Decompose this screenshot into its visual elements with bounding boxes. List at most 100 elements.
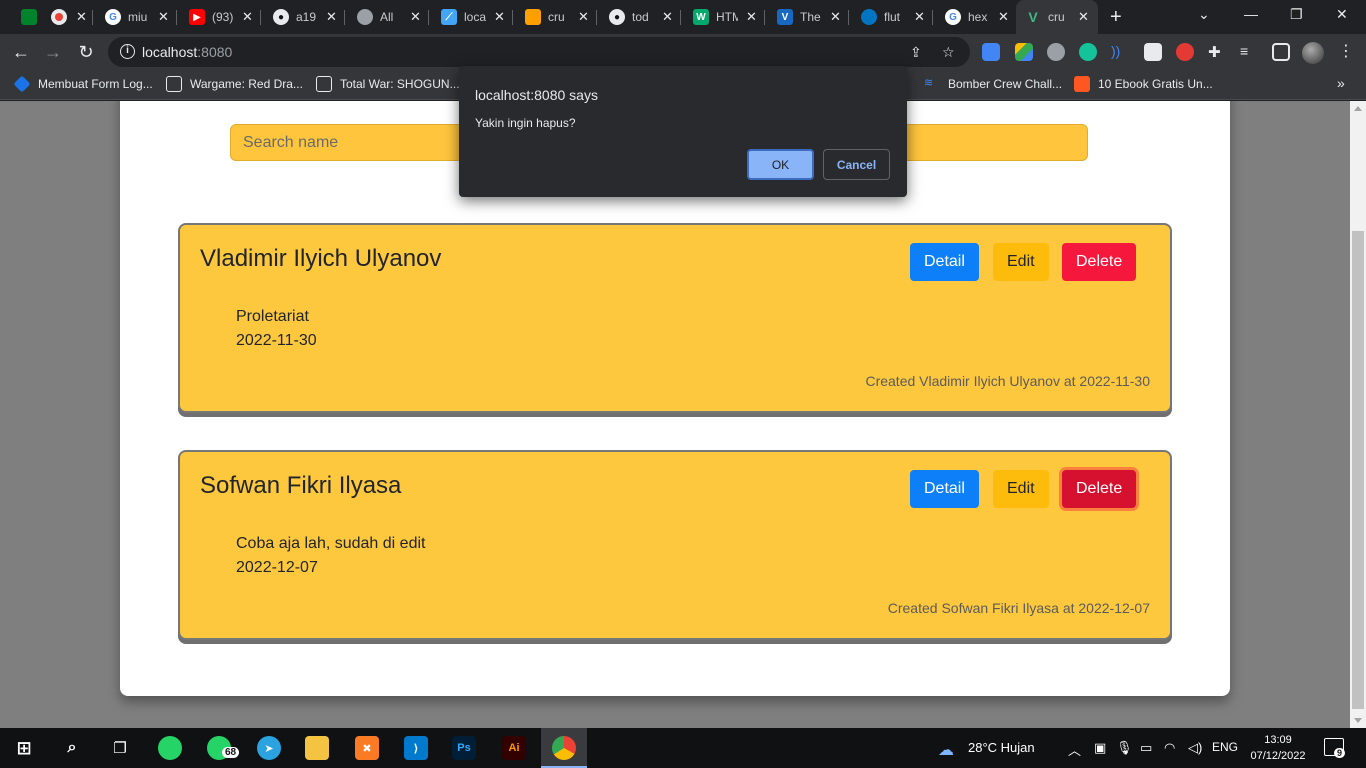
car-extension-icon[interactable] [1144, 43, 1162, 61]
bookmark-item[interactable]: Membuat Form Log... [13, 75, 153, 93]
tab-recording[interactable]: ✕ [42, 0, 87, 34]
delete-button[interactable]: Delete [1062, 243, 1137, 281]
battery-icon[interactable]: ▭ [1140, 740, 1152, 756]
task-view-icon[interactable]: ❐ [108, 736, 132, 760]
restore-icon[interactable]: ❐ [1290, 6, 1303, 23]
language-indicator[interactable]: ENG [1212, 740, 1238, 754]
close-icon[interactable]: ✕ [578, 9, 589, 25]
tab-google-miu[interactable]: G miu ✕ [96, 0, 169, 34]
menu-kebab-icon[interactable]: ⋮ [1338, 41, 1354, 61]
google-drive-icon[interactable] [1015, 43, 1033, 61]
tab-firebase-crud[interactable]: cru ✕ [516, 0, 589, 34]
tab-flutter-localhost[interactable]: ⟋ loca ✕ [432, 0, 505, 34]
close-icon[interactable]: ✕ [76, 9, 87, 25]
close-window-icon[interactable]: ✕ [1336, 6, 1348, 23]
vscode-icon[interactable]: ⟩ [404, 736, 428, 760]
bookmark-item[interactable]: Total War: SHOGUN... [316, 76, 460, 92]
windows-start-icon[interactable]: ⊞ [12, 736, 36, 760]
file-explorer-icon[interactable] [305, 736, 329, 760]
volume-icon[interactable]: ◁) [1188, 740, 1202, 756]
bookmark-label: 10 Ebook Gratis Un... [1098, 77, 1213, 91]
detail-button[interactable]: Detail [910, 243, 979, 281]
bookmark-star-icon[interactable]: ☆ [942, 44, 955, 61]
close-icon[interactable]: ✕ [494, 9, 505, 25]
close-icon[interactable]: ✕ [662, 9, 673, 25]
detail-button[interactable]: Detail [910, 470, 979, 508]
forward-icon[interactable]: → [42, 41, 64, 63]
tab-search-chevron-icon[interactable]: ⌄ [1198, 6, 1210, 23]
tab-w3-html[interactable]: W HTM ✕ [684, 0, 757, 34]
close-icon[interactable]: ✕ [326, 9, 337, 25]
meet-icon [21, 9, 37, 25]
cancel-button[interactable]: Cancel [823, 149, 890, 180]
tab-google-hex[interactable]: G hex ✕ [936, 0, 1009, 34]
bookmark-item[interactable]: 10 Ebook Gratis Un... [1074, 76, 1213, 92]
tray-chevron-icon[interactable]: ︿ [1068, 740, 1081, 759]
grammarly-icon[interactable] [1079, 43, 1097, 61]
whatsapp-icon[interactable] [158, 736, 182, 760]
new-tab-icon[interactable]: + [1110, 6, 1122, 29]
camera-icon[interactable]: ▣ [1094, 740, 1106, 756]
delete-button[interactable]: Delete [1062, 470, 1137, 508]
globe-extension-icon[interactable] [1047, 43, 1065, 61]
tab-vuetify[interactable]: V The ✕ [768, 0, 841, 34]
vuetify-icon: V [777, 9, 793, 25]
tab-meet[interactable] [12, 0, 44, 34]
chrome-taskbar-item[interactable] [541, 728, 587, 768]
close-icon[interactable]: ✕ [746, 9, 757, 25]
tab-all[interactable]: All ✕ [348, 0, 421, 34]
minimize-icon[interactable]: — [1244, 6, 1258, 22]
tab-vue-crud-active[interactable]: V cru ✕ [1016, 0, 1098, 34]
adblock-icon[interactable] [1176, 43, 1194, 61]
tab-title: miu [128, 10, 148, 24]
scroll-thumb[interactable] [1352, 231, 1364, 709]
site-info-icon[interactable]: i [120, 44, 135, 59]
address-bar[interactable]: i localhost:8080 ⇪ ☆ [108, 37, 970, 67]
close-icon[interactable]: ✕ [410, 9, 421, 25]
close-icon[interactable]: ✕ [914, 9, 925, 25]
bookmark-item[interactable]: ≋ Bomber Crew Chall... [924, 76, 1062, 92]
back-icon[interactable]: ← [10, 41, 32, 63]
bookmark-item[interactable]: Wargame: Red Dra... [166, 76, 303, 92]
clock[interactable]: 13:09 07/12/2022 [1248, 732, 1308, 764]
bookmarks-overflow-icon[interactable]: » [1337, 75, 1345, 91]
audio-extension-icon[interactable]: )) [1111, 43, 1129, 61]
close-icon[interactable]: ✕ [830, 9, 841, 25]
edit-button[interactable]: Edit [993, 243, 1049, 281]
tab-github-a19[interactable]: ● a19 ✕ [264, 0, 337, 34]
microphone-icon[interactable]: 🎙 [1116, 740, 1133, 756]
close-icon[interactable]: ✕ [1078, 9, 1089, 25]
close-icon[interactable]: ✕ [158, 9, 169, 25]
close-icon[interactable]: ✕ [998, 9, 1009, 25]
reload-icon[interactable]: ↻ [75, 41, 97, 63]
share-icon[interactable]: ⇪ [910, 44, 922, 61]
google-translate-icon[interactable] [982, 43, 1000, 61]
tab-title: tod [632, 10, 649, 24]
tab-github-todo[interactable]: ● tod ✕ [600, 0, 673, 34]
notification-badge: 9 [1334, 748, 1346, 758]
tab-dart-flutter[interactable]: flut ✕ [852, 0, 925, 34]
profile-avatar[interactable] [1302, 42, 1324, 64]
reading-list-icon[interactable]: ≡ [1240, 43, 1258, 61]
extensions-puzzle-icon[interactable]: ✚ [1208, 43, 1226, 61]
illustrator-icon[interactable]: Ai [502, 736, 526, 760]
google-icon: G [945, 9, 961, 25]
vertical-scrollbar[interactable] [1350, 101, 1366, 728]
weather-text[interactable]: 28°C Hujan [968, 740, 1035, 755]
telegram-icon[interactable]: ➤ [257, 736, 281, 760]
tab-youtube[interactable]: ▶ (93) ✕ [180, 0, 253, 34]
photoshop-icon[interactable]: Ps [452, 736, 476, 760]
edit-button[interactable]: Edit [993, 470, 1049, 508]
wifi-icon[interactable]: ◠ [1164, 740, 1175, 756]
side-panel-icon[interactable] [1272, 43, 1290, 61]
xampp-icon[interactable]: ✖ [355, 736, 379, 760]
card-footer: Created Vladimir Ilyich Ulyanov at 2022-… [865, 373, 1150, 389]
scroll-down-arrow-icon[interactable] [1354, 718, 1362, 723]
tab-title: loca [464, 10, 486, 24]
close-icon[interactable]: ✕ [242, 9, 253, 25]
globe-icon [357, 9, 373, 25]
search-icon[interactable]: ⌕ [60, 736, 84, 760]
tab-title: flut [884, 10, 901, 24]
scroll-up-arrow-icon[interactable] [1354, 106, 1362, 111]
ok-button[interactable]: OK [747, 149, 814, 180]
